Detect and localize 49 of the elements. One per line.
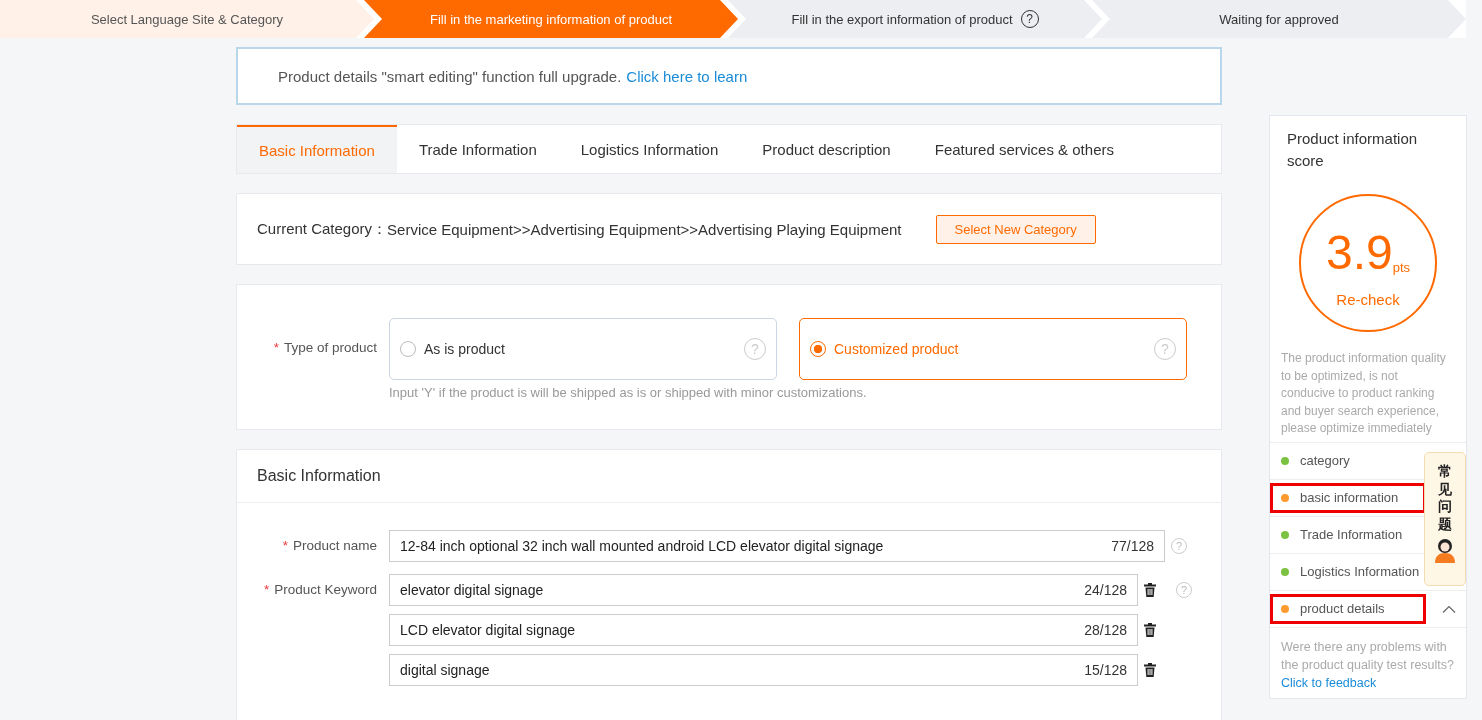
trash-icon[interactable] <box>1144 663 1156 677</box>
text-field[interactable]: 12-84 inch optional 32 inch wall mounted android LCD elevator digital signage 77/128 <box>389 530 1165 562</box>
option-label: Customized product <box>834 341 960 357</box>
field-label: Product name <box>292 538 377 553</box>
panel-title: Product information score <box>1286 129 1419 171</box>
tab[interactable]: Featured services & others <box>912 125 1136 173</box>
tab[interactable]: Logistics Information <box>558 125 741 173</box>
field-label: Product Keyword <box>274 582 377 597</box>
hint-text: Input 'Y' if the product is will be shipped as is or shipped with minor customizations. <box>389 385 868 400</box>
progress-step: Waiting for approved <box>1092 0 1466 38</box>
radio-button[interactable] <box>810 341 826 357</box>
text-field[interactable]: elevator digital signage 24/128 <box>389 574 1138 606</box>
tab[interactable]: Trade Information <box>396 125 559 173</box>
score-item[interactable]: category <box>1270 445 1426 476</box>
learn-link[interactable]: Click here to learn <box>626 67 748 85</box>
score-unit: pts <box>1392 259 1411 275</box>
field-label: Type of product <box>283 340 377 355</box>
category-label: Current Category： <box>257 219 388 239</box>
faq-label: 常见问题 <box>1438 463 1452 533</box>
char-counter: 77/128 <box>1111 538 1154 554</box>
type-option[interactable]: As is product ? <box>389 318 777 380</box>
score-message: The product information quality to be optimized, is not conducive to product ranking and buyer search experience, please optimize immediately <box>1270 350 1466 443</box>
required-mark: * <box>273 340 279 355</box>
score-value: 3.9 <box>1325 228 1393 277</box>
feedback-text: Were there any problems with the product quality test results? Click to feedback <box>1280 638 1455 692</box>
option-label: As is product <box>424 341 506 357</box>
avatar-icon <box>1432 537 1458 563</box>
text-field[interactable]: LCD elevator digital signage 28/128 <box>389 614 1138 646</box>
trash-icon[interactable] <box>1144 583 1156 597</box>
notice-text: Product details "smart editing" function full upgrade. <box>278 67 622 85</box>
score-item[interactable]: Trade Information <box>1270 519 1426 550</box>
faq-helper[interactable]: 常见问题 <box>1424 452 1466 586</box>
score-item[interactable]: Logistics Information <box>1270 556 1426 587</box>
tab[interactable]: Product description <box>740 125 913 173</box>
char-counter: 28/128 <box>1084 622 1127 638</box>
chevron-icon[interactable] <box>1442 604 1456 613</box>
char-counter: 15/128 <box>1084 662 1127 678</box>
progress-step: Fill in the export information of product ? <box>728 0 1102 38</box>
score-item[interactable]: product details <box>1270 593 1426 624</box>
text-field[interactable]: digital signage 15/128 <box>389 654 1138 686</box>
required-mark: * <box>263 582 270 597</box>
section-title: Basic Information <box>237 450 1221 503</box>
trash-icon[interactable] <box>1144 623 1156 637</box>
progress-step: Select Language Site & Category <box>0 0 374 38</box>
required-mark: * <box>282 538 288 553</box>
progress-step: Fill in the marketing information of product <box>364 0 738 38</box>
char-counter: 24/128 <box>1084 582 1127 598</box>
feedback-link[interactable]: Click to feedback <box>1281 675 1377 690</box>
category-path: Service Equipment>>Advertising Equipment>>Advertising Playing Equipment <box>387 220 902 238</box>
